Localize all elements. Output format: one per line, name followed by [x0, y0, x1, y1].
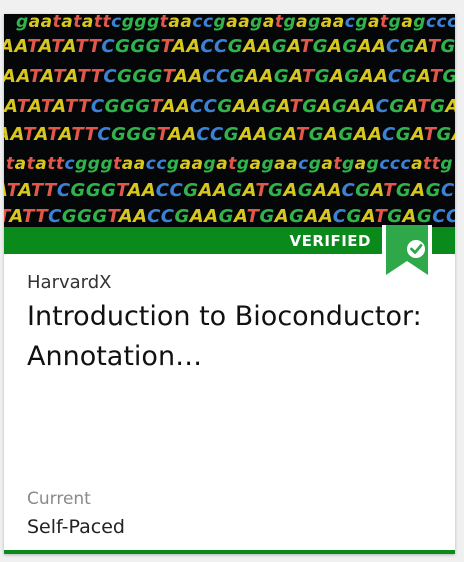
course-card[interactable]: gaatatattcgggtaaccgaagatgagaacgatgagccc A…: [4, 14, 455, 554]
dna-sequence-line: AATATATTCGGGTAACCGAAGATGAGAACGATGAGCCCAT: [4, 36, 455, 57]
dna-sequence-line: ATATATTCGGGTAACCGAAGATGAGAACGATGAGCCCATT: [4, 96, 455, 117]
course-status: Current: [27, 489, 91, 509]
dna-sequence-line: tatattcgggtaaccgaagatgagaacgatgagcccattg: [6, 154, 453, 174]
dna-sequence-line: TATTCGGGTAACCGAAGATGAGAACGATGAGCCCATTGA: [4, 206, 455, 227]
bottom-accent-bar: [4, 550, 455, 554]
dna-sequence-line: AATATATTCGGGTAACCGAAGATGAGAACGATGAGCCCAT…: [4, 124, 455, 145]
course-image: gaatatattcgggtaaccgaagatgagaacgatgagccc A…: [4, 14, 455, 227]
dna-sequence-line: ATATTCGGGTAACCGAAGATGAGAACGATGAGCCCATTGA: [4, 180, 455, 201]
verified-label: VERIFIED: [289, 232, 371, 250]
course-pacing: Self-Paced: [27, 516, 125, 538]
dna-sequence-line: gaatatattcgggtaaccgaagatgagaacgatgagccc: [16, 14, 455, 32]
verified-ribbon-icon: [382, 225, 432, 283]
organization-name: HarvardX: [27, 272, 112, 293]
dna-sequence-line: AATATATTCGGGTAACCGAAGATGAGAACGATGAGCCCAT…: [4, 66, 455, 87]
check-icon: [407, 240, 425, 258]
course-title[interactable]: Introduction to Bioconductor: Annotation…: [27, 297, 442, 377]
